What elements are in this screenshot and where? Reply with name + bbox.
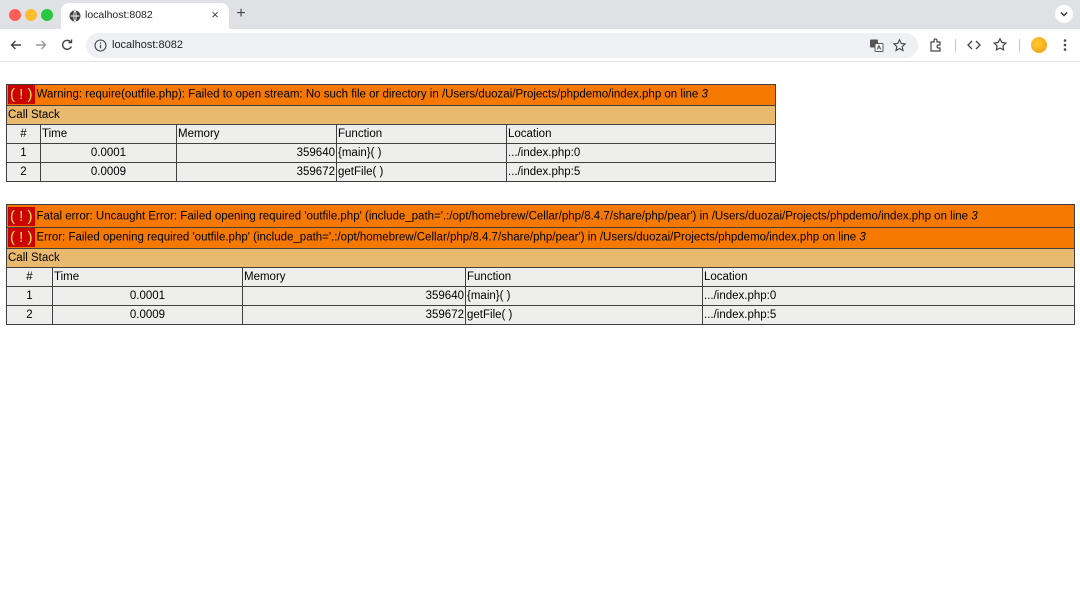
warning-line-number: 3: [701, 88, 708, 101]
extensions-icon[interactable]: [928, 37, 944, 53]
column-header-num: #: [6, 123, 41, 144]
row-location: .../index.php:0: [702, 285, 1075, 306]
error-alert-icon: ( ! ): [8, 228, 35, 247]
row-function: {main}( ): [336, 142, 507, 163]
globe-icon: [69, 10, 81, 22]
row-memory: 359640: [176, 142, 337, 163]
column-header-num: #: [6, 266, 53, 287]
bookmarks-icon[interactable]: [992, 37, 1008, 53]
row-time: 0.0009: [40, 161, 177, 182]
row-num: 2: [6, 304, 53, 325]
column-header-function: Function: [465, 266, 703, 287]
browser-toolbar: localhost:8082: [0, 29, 1080, 62]
translate-icon[interactable]: [869, 38, 884, 53]
bookmark-star-icon[interactable]: [892, 38, 907, 53]
warning-message-row: ( ! ) Warning: require(outfile.php): Fail…: [6, 84, 776, 106]
tab-close-icon[interactable]: ×: [207, 7, 223, 23]
menu-icon[interactable]: [1057, 37, 1073, 53]
column-header-location: Location: [702, 266, 1075, 287]
minimize-window-button[interactable]: [25, 9, 37, 21]
row-time: 0.0001: [40, 142, 177, 163]
toolbar-divider: [955, 39, 956, 52]
xdebug-warning-table: ( ! ) Warning: require(outfile.php): Fail…: [6, 84, 776, 182]
back-icon[interactable]: [8, 37, 24, 53]
column-header-time: Time: [40, 123, 177, 144]
column-header-memory: Memory: [242, 266, 466, 287]
column-header-memory: Memory: [176, 123, 337, 144]
row-location: .../index.php:5: [702, 304, 1075, 325]
profile-avatar[interactable]: [1031, 37, 1047, 53]
warning-message: Warning: require(outfile.php): Failed to…: [36, 88, 702, 101]
row-memory: 359640: [242, 285, 466, 306]
row-num: 1: [6, 285, 53, 306]
row-memory: 359672: [242, 304, 466, 325]
error-message-row: ( ! ) Error: Failed opening required 'out…: [6, 227, 1075, 249]
maximize-window-button[interactable]: [41, 9, 53, 21]
forward-icon[interactable]: [33, 37, 49, 53]
error-line-number: 3: [859, 231, 866, 244]
row-num: 1: [6, 142, 41, 163]
error-message: Error: Failed opening required 'outfile.…: [36, 231, 860, 244]
row-function: getFile( ): [465, 304, 703, 325]
fatal-line-number: 3: [971, 210, 978, 223]
call-stack-header: # Time Memory Function Location: [6, 266, 1075, 287]
table-row: 1 0.0001 359640 {main}( ) .../index.php:…: [6, 285, 1075, 306]
row-memory: 359672: [176, 161, 337, 182]
row-num: 2: [6, 161, 41, 182]
error-alert-icon: ( ! ): [8, 85, 35, 104]
tab-title: localhost:8082: [85, 9, 153, 21]
tab-strip: localhost:8082 × +: [0, 0, 1080, 29]
row-time: 0.0001: [52, 285, 243, 306]
tab-search-button[interactable]: [1055, 5, 1073, 23]
column-header-time: Time: [52, 266, 243, 287]
table-row: 2 0.0009 359672 getFile( ) .../index.php…: [6, 161, 776, 182]
call-stack-title: Call Stack: [6, 247, 1075, 268]
call-stack-title: Call Stack: [6, 104, 776, 125]
row-time: 0.0009: [52, 304, 243, 325]
row-location: .../index.php:0: [506, 142, 776, 163]
url-text[interactable]: localhost:8082: [112, 39, 183, 51]
toolbar-divider: [1019, 39, 1020, 52]
site-info-icon[interactable]: [94, 39, 107, 52]
column-header-function: Function: [336, 123, 507, 144]
row-function: getFile( ): [336, 161, 507, 182]
page-content: ( ! ) Warning: require(outfile.php): Fail…: [0, 62, 1080, 596]
chevron-down-icon: [1060, 12, 1068, 17]
address-bar[interactable]: localhost:8082: [86, 33, 918, 58]
table-row: 1 0.0001 359640 {main}( ) .../index.php:…: [6, 142, 776, 163]
call-stack-header: # Time Memory Function Location: [6, 123, 776, 144]
row-location: .../index.php:5: [506, 161, 776, 182]
fatal-message-row: ( ! ) Fatal error: Uncaught Error: Failed…: [6, 204, 1075, 228]
row-function: {main}( ): [465, 285, 703, 306]
new-tab-button[interactable]: +: [233, 6, 249, 22]
error-alert-icon: ( ! ): [8, 207, 35, 226]
xdebug-fatal-error-table: ( ! ) Fatal error: Uncaught Error: Failed…: [6, 204, 1075, 325]
column-header-location: Location: [506, 123, 776, 144]
close-window-button[interactable]: [9, 9, 21, 21]
reload-icon[interactable]: [59, 37, 75, 53]
devtools-icon[interactable]: [966, 37, 982, 53]
table-row: 2 0.0009 359672 getFile( ) .../index.php…: [6, 304, 1075, 325]
browser-tab[interactable]: localhost:8082 ×: [61, 3, 229, 29]
fatal-message: Fatal error: Uncaught Error: Failed open…: [36, 210, 972, 223]
